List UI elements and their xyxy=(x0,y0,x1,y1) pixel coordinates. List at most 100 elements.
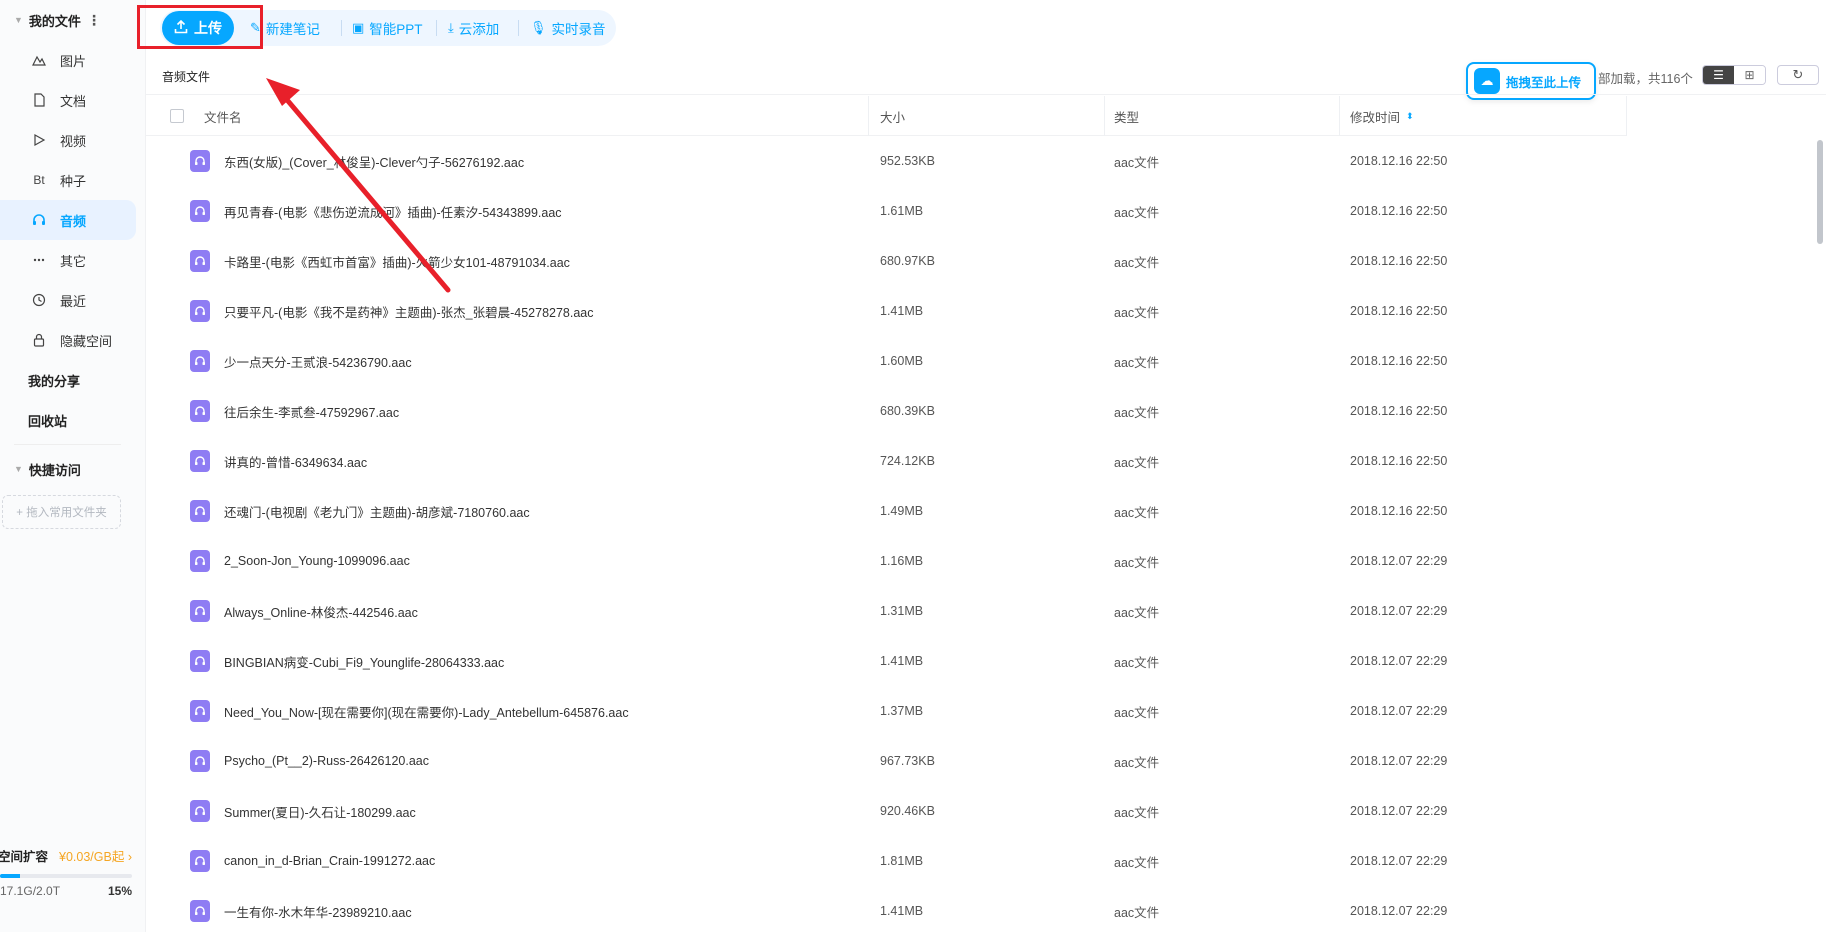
file-size: 1.49MB xyxy=(880,504,924,518)
live-record-label: 实时录音 xyxy=(551,22,606,37)
file-name[interactable]: Summer(夏日)-久石让-180299.aac xyxy=(224,802,416,821)
table-row[interactable]: 往后余生-李贰叁-47592967.aac 680.39KB aac文件 2018.1… xyxy=(146,386,1626,436)
table-row[interactable]: 讲真的-曾惜-6349634.aac 724.12KB aac文件 2018.12.1… xyxy=(146,436,1626,486)
toolbar-separator xyxy=(436,20,437,36)
sidebar-item-lock[interactable]: 隐藏空间 xyxy=(0,320,145,360)
sidebar-item-recycle-bin[interactable]: 回收站 xyxy=(0,400,145,440)
file-name[interactable]: 还魂门-(电视剧《老九门》主题曲)-胡彦斌-7180760.aac xyxy=(224,502,530,521)
quota-promo-link[interactable]: ¥0.03/GB起 › xyxy=(59,846,132,865)
file-size: 680.97KB xyxy=(880,254,935,268)
file-name[interactable]: canon_in_d-Brian_Crain-1991272.aac xyxy=(224,854,435,868)
file-name[interactable]: 东西(女版)_(Cover_林俊呈)-Clever勺子-56276192.aac xyxy=(224,152,524,171)
file-name[interactable]: 讲真的-曾惜-6349634.aac xyxy=(224,452,367,471)
table-row[interactable]: canon_in_d-Brian_Crain-1991272.aac 1.81MB… xyxy=(146,836,1626,886)
file-name[interactable]: BINGBIAN病变-Cubi_Fi9_Younglife-28064333.a… xyxy=(224,652,504,671)
column-separator xyxy=(868,96,869,136)
sidebar-item-label: 文档 xyxy=(60,93,87,109)
table-row[interactable]: 卡路里-(电影《西虹市首富》插曲)-火箭少女101-48791034.aac 68… xyxy=(146,236,1626,286)
table-row[interactable]: 再见青春-(电影《悲伤逆流成河》插曲)-任素汐-54343899.aac 1.61… xyxy=(146,186,1626,236)
sidebar-item-video[interactable]: 视频 xyxy=(0,120,145,160)
list-view-icon[interactable]: ☰ xyxy=(1703,66,1734,84)
file-name[interactable]: 只要平凡-(电影《我不是药神》主题曲)-张杰_张碧晨-45278278.aac xyxy=(224,302,594,321)
table-row[interactable]: 2_Soon-Jon_Young-1099096.aac 1.16MB aac文件 2… xyxy=(146,536,1626,586)
file-name-cell[interactable]: 2_Soon-Jon_Young-1099096.aac xyxy=(190,536,410,586)
smart-ppt-button[interactable]: ▣ 智能PPT xyxy=(352,18,423,38)
file-name[interactable]: Psycho_(Pt__2)-Russ-26426120.aac xyxy=(224,754,429,768)
my-share-label: 我的分享 xyxy=(28,373,81,389)
file-type: aac文件 xyxy=(1114,705,1160,720)
file-name-cell[interactable]: 东西(女版)_(Cover_林俊呈)-Clever勺子-56276192.aac xyxy=(190,136,524,186)
file-type: aac文件 xyxy=(1114,755,1160,770)
file-name-cell[interactable]: 一生有你-水木年华-23989210.aac xyxy=(190,886,412,932)
table-row[interactable]: 一生有你-水木年华-23989210.aac 1.41MB aac文件 2018.12… xyxy=(146,886,1626,932)
grid-view-icon[interactable]: ⊞ xyxy=(1734,66,1765,84)
file-name-cell[interactable]: 只要平凡-(电影《我不是药神》主题曲)-张杰_张碧晨-45278278.aac xyxy=(190,286,594,336)
drop-folder-zone[interactable]: + 拖入常用文件夹 xyxy=(2,495,121,529)
file-name-cell[interactable]: Always_Online-林俊杰-442546.aac xyxy=(190,586,418,636)
file-name-cell[interactable]: Summer(夏日)-久石让-180299.aac xyxy=(190,786,416,836)
file-name-cell[interactable]: 往后余生-李贰叁-47592967.aac xyxy=(190,386,399,436)
table-row[interactable]: 还魂门-(电视剧《老九门》主题曲)-胡彦斌-7180760.aac 1.49MB a… xyxy=(146,486,1626,536)
sort-descending-icon[interactable]: ⬍ xyxy=(1406,111,1414,122)
file-name-cell[interactable]: 还魂门-(电视剧《老九门》主题曲)-胡彦斌-7180760.aac xyxy=(190,486,530,536)
image-icon xyxy=(30,51,48,69)
file-name[interactable]: 卡路里-(电影《西虹市首富》插曲)-火箭少女101-48791034.aac xyxy=(224,252,570,271)
video-icon xyxy=(30,131,48,149)
audio-file-icon xyxy=(190,650,210,672)
quota-used: 17.1G/2.0T xyxy=(0,884,61,898)
caret-down-icon: ▼ xyxy=(14,464,23,474)
file-name-cell[interactable]: 卡路里-(电影《西虹市首富》插曲)-火箭少女101-48791034.aac xyxy=(190,236,570,286)
file-name[interactable]: 再见青春-(电影《悲伤逆流成河》插曲)-任素汐-54343899.aac xyxy=(224,202,562,221)
refresh-icon[interactable]: ↻ xyxy=(1777,65,1819,85)
column-header-modified[interactable]: 修改时间 ⬍ xyxy=(1350,96,1414,136)
table-row[interactable]: Always_Online-林俊杰-442546.aac 1.31MB aac文件 2… xyxy=(146,586,1626,636)
quota-progress-fill xyxy=(0,874,20,878)
file-name-cell[interactable]: Need_You_Now-[现在需要你](现在需要你)-Lady_Antebel… xyxy=(190,686,629,736)
column-header-size[interactable]: 大小 xyxy=(880,96,905,136)
sidebar-item-headphones[interactable]: 音频 xyxy=(0,200,136,240)
file-name[interactable]: Always_Online-林俊杰-442546.aac xyxy=(224,602,418,621)
my-files-section[interactable]: ▼ 我的文件 ⋮ xyxy=(0,0,145,40)
file-type: aac文件 xyxy=(1114,405,1160,420)
file-name-cell[interactable]: 少一点天分-王贰浪-54236790.aac xyxy=(190,336,412,386)
sidebar-item-clock[interactable]: 最近 xyxy=(0,280,145,320)
vertical-scrollbar[interactable] xyxy=(1817,140,1823,244)
sidebar-item-document[interactable]: 文档 xyxy=(0,80,145,120)
file-name-cell[interactable]: 讲真的-曾惜-6349634.aac xyxy=(190,436,367,486)
storage-quota: 空间扩容 ¥0.03/GB起 › 17.1G/2.0T 15% xyxy=(0,832,146,932)
sidebar-item-bt[interactable]: Bt 种子 xyxy=(0,160,145,200)
file-name-cell[interactable]: Psycho_(Pt__2)-Russ-26426120.aac xyxy=(190,736,429,786)
table-row[interactable]: 只要平凡-(电影《我不是药神》主题曲)-张杰_张碧晨-45278278.aac 1… xyxy=(146,286,1626,336)
audio-file-icon xyxy=(190,800,210,822)
live-record-button[interactable]: 🎙 实时录音 xyxy=(530,18,606,38)
sidebar-item-image[interactable]: 图片 xyxy=(0,40,145,80)
column-separator xyxy=(1339,96,1340,136)
toolbar-separator xyxy=(341,20,342,36)
file-name[interactable]: Need_You_Now-[现在需要你](现在需要你)-Lady_Antebel… xyxy=(224,702,629,721)
cloud-add-button[interactable]: ⤓ 云添加 xyxy=(448,18,499,38)
table-row[interactable]: Summer(夏日)-久石让-180299.aac 920.46KB aac文件 20… xyxy=(146,786,1626,836)
file-name[interactable]: 一生有你-水木年华-23989210.aac xyxy=(224,902,412,921)
select-all-checkbox[interactable] xyxy=(170,96,184,136)
table-row[interactable]: 少一点天分-王贰浪-54236790.aac 1.60MB aac文件 2018.12… xyxy=(146,336,1626,386)
table-row[interactable]: 东西(女版)_(Cover_林俊呈)-Clever勺子-56276192.aac… xyxy=(146,136,1626,186)
table-row[interactable]: Psycho_(Pt__2)-Russ-26426120.aac 967.73KB… xyxy=(146,736,1626,786)
file-name-cell[interactable]: BINGBIAN病变-Cubi_Fi9_Younglife-28064333.a… xyxy=(190,636,504,686)
column-header-type[interactable]: 类型 xyxy=(1114,96,1139,136)
vertical-more-icon[interactable]: ⋮ xyxy=(87,12,101,29)
column-header-name[interactable]: 文件名 xyxy=(204,96,242,136)
file-name[interactable]: 少一点天分-王贰浪-54236790.aac xyxy=(224,352,412,371)
file-size: 920.46KB xyxy=(880,804,935,818)
audio-file-icon xyxy=(190,750,210,772)
table-row[interactable]: Need_You_Now-[现在需要你](现在需要你)-Lady_Antebel… xyxy=(146,686,1626,736)
file-name[interactable]: 往后余生-李贰叁-47592967.aac xyxy=(224,402,399,421)
file-name-cell[interactable]: canon_in_d-Brian_Crain-1991272.aac xyxy=(190,836,435,886)
sidebar-item-more[interactable]: 其它 xyxy=(0,240,145,280)
sidebar-item-my-share[interactable]: 我的分享 xyxy=(0,360,145,400)
file-modified: 2018.12.07 22:29 xyxy=(1350,904,1448,918)
quick-access-section[interactable]: ▼ 快捷访问 xyxy=(0,449,145,489)
sidebar-divider xyxy=(14,444,121,445)
file-name-cell[interactable]: 再见青春-(电影《悲伤逆流成河》插曲)-任素汐-54343899.aac xyxy=(190,186,562,236)
file-name[interactable]: 2_Soon-Jon_Young-1099096.aac xyxy=(224,554,410,568)
table-row[interactable]: BINGBIAN病变-Cubi_Fi9_Younglife-28064333.a… xyxy=(146,636,1626,686)
